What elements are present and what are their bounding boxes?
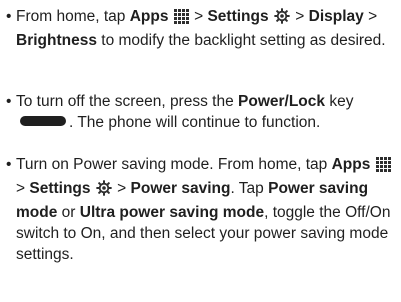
text-run: To turn off the screen, press the bbox=[16, 93, 239, 110]
text-run: or bbox=[57, 204, 80, 221]
text-run: . The phone will continue to function. bbox=[69, 114, 321, 131]
bullet-marker: • bbox=[6, 93, 12, 110]
settings-label: Settings bbox=[207, 8, 269, 25]
text-run: to modify the backlight setting as desir… bbox=[96, 32, 386, 49]
power-saving-label: Power saving bbox=[130, 180, 231, 197]
apps-grid-icon bbox=[173, 9, 189, 30]
bullet-marker: • bbox=[6, 8, 12, 25]
settings-gear-icon bbox=[96, 180, 112, 202]
text-run: . Tap bbox=[230, 180, 269, 197]
settings-label: Settings bbox=[29, 180, 91, 197]
power-key-icon bbox=[20, 116, 66, 126]
bullet-marker: • bbox=[6, 156, 12, 173]
ultra-power-saving-mode-label: Ultra power saving mode bbox=[79, 204, 265, 221]
separator: > bbox=[117, 180, 127, 197]
instruction-brightness: • From home, tap Apps > Settings > Displ… bbox=[6, 6, 392, 51]
brightness-label: Brightness bbox=[16, 32, 97, 49]
apps-label: Apps bbox=[331, 156, 371, 173]
instruction-screen-off: • To turn off the screen, press the Powe… bbox=[6, 91, 392, 133]
instructions-page: • From home, tap Apps > Settings > Displ… bbox=[0, 0, 401, 302]
text-run: key bbox=[325, 93, 354, 110]
power-lock-label: Power/Lock bbox=[238, 93, 326, 110]
separator: > bbox=[194, 8, 204, 25]
apps-label: Apps bbox=[129, 8, 169, 25]
separator: > bbox=[295, 8, 305, 25]
instruction-text: From home, tap Apps > Settings > Display… bbox=[16, 6, 392, 51]
display-label: Display bbox=[308, 8, 364, 25]
instruction-text: To turn off the screen, press the Power/… bbox=[16, 91, 392, 133]
settings-gear-icon bbox=[274, 8, 290, 30]
separator: > bbox=[16, 180, 26, 197]
text-run: From home, tap bbox=[16, 8, 130, 25]
separator: > bbox=[368, 8, 378, 25]
apps-grid-icon bbox=[375, 157, 391, 178]
instruction-text: Turn on Power saving mode. From home, ta… bbox=[16, 154, 392, 265]
instruction-power-saving: • Turn on Power saving mode. From home, … bbox=[6, 154, 392, 265]
text-run: Turn on Power saving mode. From home, ta… bbox=[16, 156, 332, 173]
